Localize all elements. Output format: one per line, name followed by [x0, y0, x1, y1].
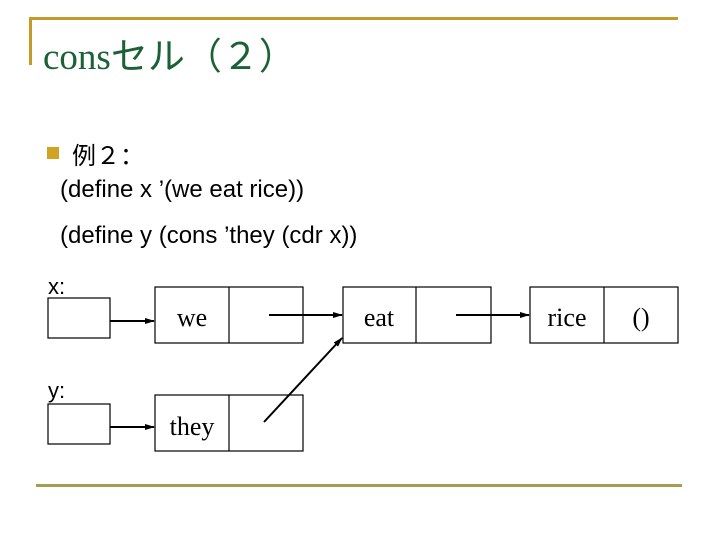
var-y-box — [47, 403, 111, 445]
cell-they-car: they — [170, 412, 215, 441]
var-y-label: y: — [48, 378, 65, 403]
cell-eat-car: eat — [364, 303, 395, 332]
cons-cell-diagram: x: we eat rice () y: they — [47, 274, 679, 452]
var-x-box — [47, 297, 111, 339]
cell-rice-car: rice — [548, 303, 587, 332]
cons-cell-rice: rice () — [529, 286, 679, 344]
var-x-label: x: — [48, 274, 65, 299]
cell-rice-cdr-nil: () — [632, 303, 649, 332]
footer-rule — [36, 484, 682, 487]
cell-we-car: we — [177, 303, 207, 332]
